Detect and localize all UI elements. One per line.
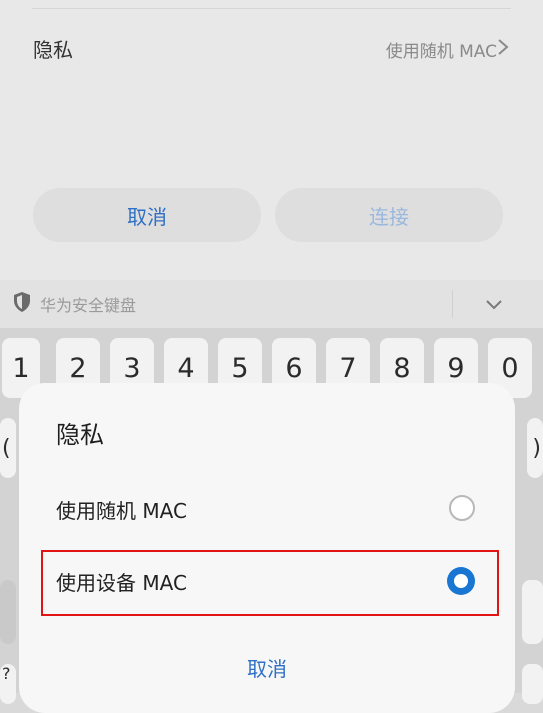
key-symbol[interactable]: ? — [0, 664, 16, 704]
radio-selected-icon[interactable] — [447, 567, 475, 595]
option-label: 使用设备 MAC — [56, 571, 187, 595]
dialog-cancel-button[interactable]: 取消 — [19, 653, 515, 682]
separator — [452, 290, 453, 318]
radio-unselected-icon[interactable] — [449, 495, 475, 521]
privacy-row[interactable]: 隐私 使用随机 MAC — [0, 24, 543, 68]
wifi-settings-sheet: 隐私 使用随机 MAC 取消 连接 — [0, 0, 543, 280]
keyboard-title: 华为安全键盘 — [40, 296, 137, 315]
divider — [32, 8, 511, 9]
cancel-button[interactable]: 取消 — [33, 188, 261, 242]
key-shift[interactable] — [0, 580, 16, 644]
keyboard-header: 华为安全键盘 — [0, 280, 543, 328]
connect-button[interactable]: 连接 — [275, 188, 503, 242]
option-label: 使用随机 MAC — [56, 499, 187, 523]
option-random-mac[interactable]: 使用随机 MAC — [19, 479, 515, 539]
privacy-label: 隐私 — [33, 38, 73, 62]
key-left-paren[interactable]: ( — [0, 418, 16, 478]
key-backspace[interactable] — [522, 580, 543, 644]
chevron-down-icon[interactable] — [482, 294, 506, 314]
key-right-paren[interactable]: ) — [527, 418, 543, 478]
chevron-right-icon — [498, 39, 509, 55]
key-enter[interactable] — [522, 664, 543, 704]
privacy-dialog: 隐私 使用随机 MAC 使用设备 MAC 取消 — [19, 383, 515, 713]
option-device-mac[interactable]: 使用设备 MAC — [19, 551, 515, 611]
privacy-value: 使用随机 MAC — [385, 42, 497, 62]
shield-icon — [14, 292, 30, 312]
dialog-title: 隐私 — [56, 421, 104, 449]
